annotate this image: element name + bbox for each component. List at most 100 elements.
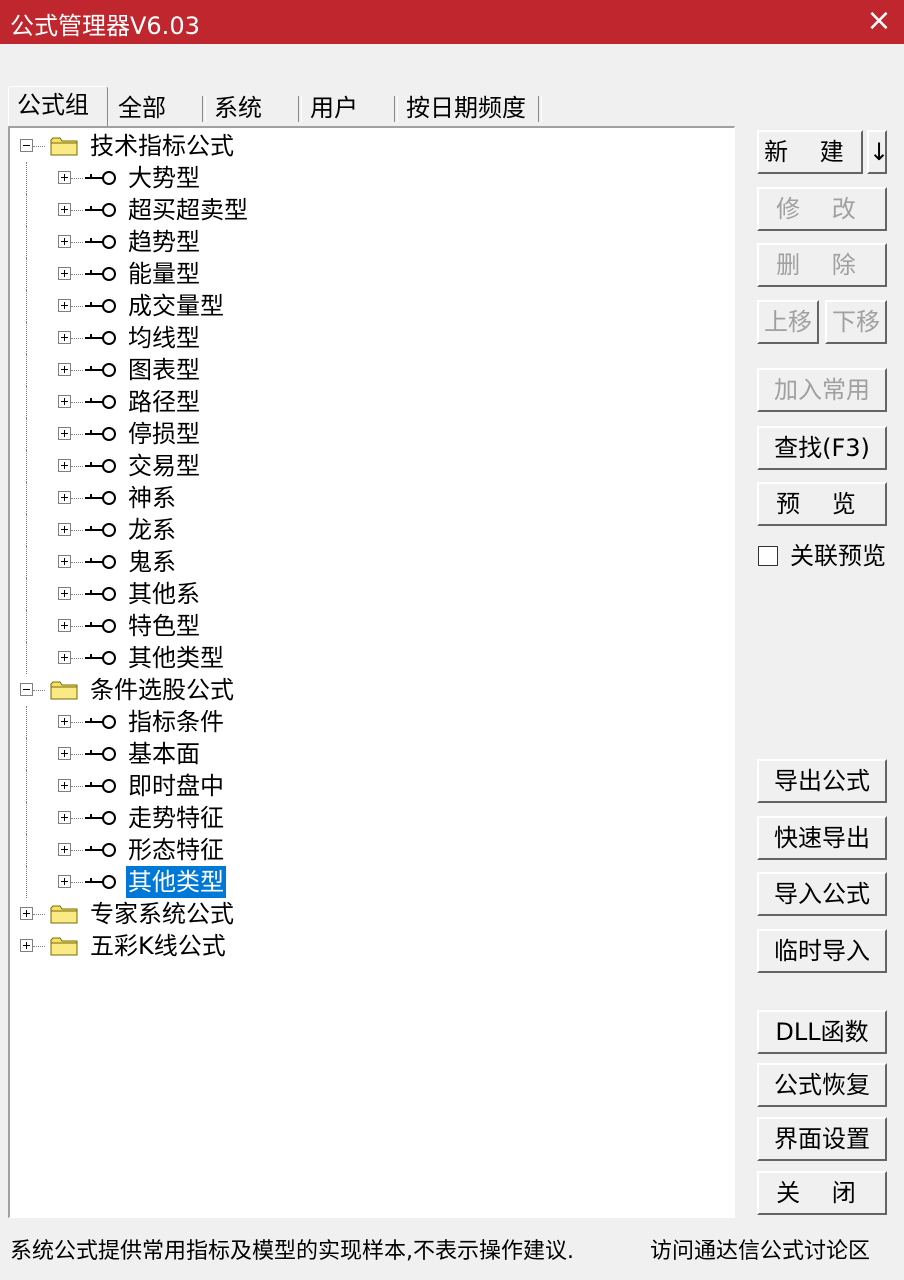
- quick-export-button[interactable]: 快速导出: [757, 816, 887, 860]
- tree-item-label[interactable]: 特色型: [128, 610, 200, 642]
- new-button[interactable]: 新 建: [757, 130, 863, 174]
- tree-item-label[interactable]: 其他系: [128, 578, 200, 610]
- expand-icon[interactable]: [58, 843, 71, 856]
- new-dropdown-arrow[interactable]: ↓: [867, 130, 890, 174]
- move-up-button: 上移: [757, 300, 819, 344]
- tree-connector: [71, 306, 83, 308]
- close-button[interactable]: 关 闭: [757, 1171, 887, 1215]
- expand-icon[interactable]: [20, 907, 33, 920]
- expand-icon[interactable]: [58, 267, 71, 280]
- temp-import-button[interactable]: 临时导入: [757, 929, 887, 973]
- tree-connector: [33, 946, 45, 948]
- expand-icon[interactable]: [58, 363, 71, 376]
- tree-connector: [71, 402, 83, 404]
- tab-label: 全部: [118, 94, 166, 122]
- expand-icon[interactable]: [58, 235, 71, 248]
- key-icon: [85, 650, 117, 666]
- dll-button[interactable]: DLL函数: [757, 1010, 887, 1054]
- import-button[interactable]: 导入公式: [757, 872, 887, 916]
- expand-icon[interactable]: [58, 555, 71, 568]
- tree-item-label[interactable]: 交易型: [128, 450, 200, 482]
- preview-button[interactable]: 预 览: [757, 482, 887, 526]
- expand-icon[interactable]: [58, 875, 71, 888]
- tree-item-label[interactable]: 鬼系: [128, 546, 176, 578]
- find-button[interactable]: 查找(F3): [757, 426, 887, 470]
- tree-item-label-selected[interactable]: 其他类型: [126, 866, 226, 898]
- tree-item-label[interactable]: 即时盘中: [128, 770, 224, 802]
- tree-item-label[interactable]: 其他类型: [128, 642, 224, 674]
- tree-connector: [26, 354, 28, 386]
- tree-item-label[interactable]: 大势型: [128, 162, 200, 194]
- delete-button-label: 删 除: [776, 251, 868, 279]
- key-icon: [85, 202, 117, 218]
- tree-item-label[interactable]: 超买超卖型: [128, 194, 248, 226]
- tree-item-label[interactable]: 基本面: [128, 738, 200, 770]
- tree-connector: [71, 370, 83, 372]
- tree-group-label[interactable]: 条件选股公式: [90, 674, 234, 706]
- key-icon: [85, 842, 117, 858]
- expand-icon[interactable]: [58, 459, 71, 472]
- tree-item-label[interactable]: 能量型: [128, 258, 200, 290]
- restore-button[interactable]: 公式恢复: [757, 1063, 887, 1107]
- forum-link[interactable]: 访问通达信公式讨论区: [650, 1233, 870, 1265]
- add-common-label: 加入常用: [774, 376, 870, 404]
- export-button[interactable]: 导出公式: [757, 759, 887, 803]
- add-common-button: 加入常用: [757, 368, 887, 412]
- expand-icon[interactable]: [58, 811, 71, 824]
- expand-icon[interactable]: [58, 715, 71, 728]
- tree-group-label[interactable]: 五彩K线公式: [90, 930, 226, 962]
- tree-connector: [26, 642, 28, 674]
- tree-item-label[interactable]: 指标条件: [128, 706, 224, 738]
- tab-all[interactable]: 全部: [110, 90, 206, 126]
- new-button-label: 新 建: [764, 138, 856, 166]
- tree-item-label[interactable]: 形态特征: [128, 834, 224, 866]
- find-label: 查找(F3): [774, 434, 870, 462]
- tree-item-label[interactable]: 均线型: [128, 322, 200, 354]
- expand-icon[interactable]: [58, 779, 71, 792]
- key-icon: [85, 554, 117, 570]
- expand-icon[interactable]: [58, 619, 71, 632]
- arrow-down-icon: ↓: [869, 138, 890, 166]
- tree-item-label[interactable]: 神系: [128, 482, 176, 514]
- tree-connector: [26, 610, 28, 642]
- tree-item-label[interactable]: 路径型: [128, 386, 200, 418]
- tab-system[interactable]: 系统: [206, 90, 302, 126]
- tree-group-label[interactable]: 技术指标公式: [90, 130, 234, 162]
- title-bar: 公式管理器V6.03 ×: [0, 0, 904, 44]
- tree-item-label[interactable]: 成交量型: [128, 290, 224, 322]
- tree-item-label[interactable]: 趋势型: [128, 226, 200, 258]
- close-icon[interactable]: ×: [862, 4, 896, 38]
- expand-icon[interactable]: [58, 299, 71, 312]
- tree-group-label[interactable]: 专家系统公式: [90, 898, 234, 930]
- formula-tree[interactable]: 技术指标公式 大势型 超买超卖型 趋势型 能量型 成交量型 均线型 图表型 路径型 停损型 交易型神…: [8, 126, 735, 1218]
- tree-connector: [71, 626, 83, 628]
- ui-settings-button[interactable]: 界面设置: [757, 1117, 887, 1161]
- tab-formula-group[interactable]: 公式组: [8, 86, 108, 126]
- expand-icon[interactable]: [58, 395, 71, 408]
- collapse-icon[interactable]: [20, 139, 33, 152]
- tree-connector: [71, 594, 83, 596]
- expand-icon[interactable]: [58, 651, 71, 664]
- expand-icon[interactable]: [58, 171, 71, 184]
- expand-icon[interactable]: [58, 203, 71, 216]
- tree-item-label[interactable]: 走势特征: [128, 802, 224, 834]
- key-icon: [85, 298, 117, 314]
- tree-connector: [71, 338, 83, 340]
- expand-icon[interactable]: [58, 747, 71, 760]
- tab-user[interactable]: 用户: [302, 90, 398, 126]
- expand-icon[interactable]: [58, 523, 71, 536]
- tree-item-label[interactable]: 龙系: [128, 514, 176, 546]
- expand-icon[interactable]: [20, 939, 33, 952]
- expand-icon[interactable]: [58, 427, 71, 440]
- collapse-icon[interactable]: [20, 683, 33, 696]
- tree-connector: [71, 754, 83, 756]
- move-down-label: 下移: [832, 308, 880, 336]
- expand-icon[interactable]: [58, 491, 71, 504]
- link-preview-checkbox[interactable]: [758, 546, 778, 566]
- key-icon: [85, 458, 117, 474]
- expand-icon[interactable]: [58, 587, 71, 600]
- tree-item-label[interactable]: 图表型: [128, 354, 200, 386]
- tree-item-label[interactable]: 停损型: [128, 418, 200, 450]
- tab-by-date-frequency[interactable]: 按日期频度: [398, 90, 542, 126]
- expand-icon[interactable]: [58, 331, 71, 344]
